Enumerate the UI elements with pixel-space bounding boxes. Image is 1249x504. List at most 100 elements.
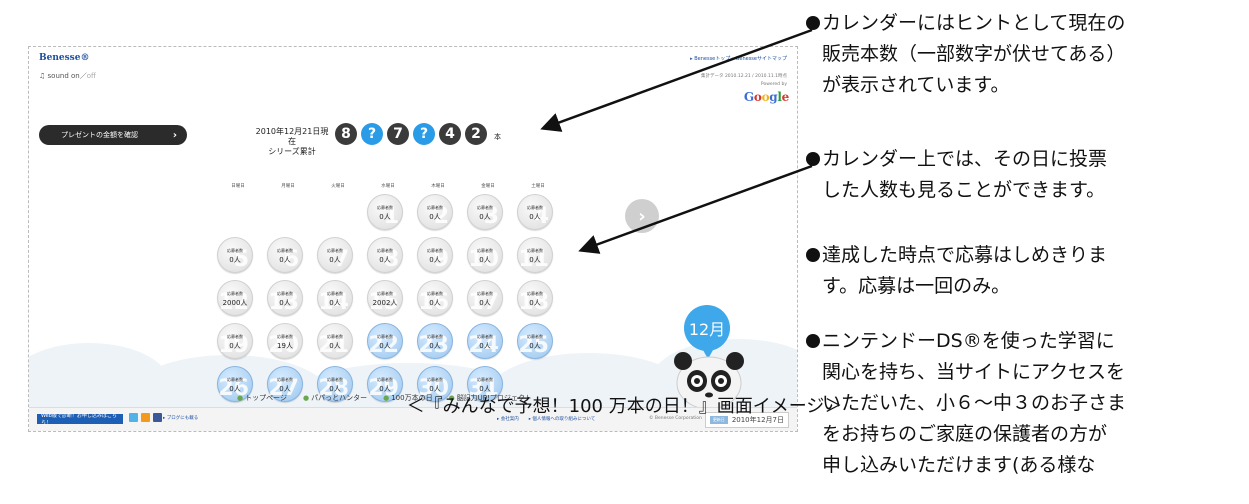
calendar-day[interactable]: 10 応募者数 0人 — [467, 237, 503, 273]
sound-off-label[interactable]: off — [87, 72, 96, 80]
powered-by-label: Powered by — [760, 82, 787, 87]
entrant-count: 0人 — [529, 213, 541, 221]
calendar-day[interactable]: 14 応募者数 0人 — [317, 280, 353, 316]
calendar-day[interactable]: 24 応募者数 0人 — [467, 323, 503, 359]
weekday-label: 木曜日 — [431, 184, 445, 189]
entrant-count: 0人 — [329, 299, 341, 307]
hidden-digit: ? — [361, 123, 383, 145]
entrant-count: 0人 — [529, 342, 541, 350]
sales-counter: 8? 7? 4 2 本 — [335, 123, 501, 145]
calendar-day[interactable]: 22 応募者数 0人 — [367, 323, 403, 359]
note-line: ニンテンドーDS®を使った学習に — [806, 326, 1246, 357]
entrant-count: 0人 — [429, 342, 441, 350]
calendar-day[interactable]: 15 応募者数 2002人 — [367, 280, 403, 316]
calendar-day[interactable]: 7 応募者数 0人 — [317, 237, 353, 273]
google-letter: o — [761, 90, 770, 104]
header-links[interactable]: ▸ Benesseトップ ▸ Benesseサイトマップ — [690, 55, 787, 62]
note-line: 申し込みいただけます(ある様な — [822, 454, 1096, 476]
counter-unit: 本 — [494, 133, 501, 141]
calendar-day[interactable]: 9 応募者数 0人 — [417, 237, 453, 273]
next-month-button[interactable]: › — [625, 199, 659, 233]
entrant-label: 応募者数 — [427, 205, 443, 210]
entrant-count: 0人 — [279, 299, 291, 307]
calendar-day[interactable]: 13 応募者数 0人 — [267, 280, 303, 316]
calendar-day[interactable]: 20 応募者数 19人 — [267, 323, 303, 359]
entrant-count: 2000人 — [222, 299, 248, 307]
calendar-day[interactable]: 25 応募者数 0人 — [517, 323, 553, 359]
sound-on-label[interactable]: sound on — [48, 72, 80, 80]
bullet-icon — [806, 16, 820, 30]
entrant-count: 0人 — [279, 256, 291, 264]
entrant-count: 2002人 — [372, 299, 398, 307]
note-line: いただいた、小６〜中３のお子さま — [822, 392, 1127, 414]
note-line: が表示されています。 — [822, 74, 1010, 96]
entrant-label: 応募者数 — [277, 248, 293, 253]
entrant-count: 0人 — [379, 342, 391, 350]
counter-date-heading: 2010年12月21日現在 シリーズ累計 — [255, 127, 329, 156]
entrant-label: 応募者数 — [227, 291, 243, 296]
google-letter: e — [781, 90, 790, 104]
bullet-icon — [806, 152, 820, 166]
calendar-day[interactable]: 8 応募者数 0人 — [367, 237, 403, 273]
bullet-icon — [806, 334, 820, 348]
calendar-day[interactable]: 4 応募者数 0人 — [517, 194, 553, 230]
note-line: 関心を持ち、当サイトにアクセスを — [822, 361, 1126, 383]
entrant-label: 応募者数 — [377, 334, 393, 339]
calendar-day[interactable]: 21 応募者数 0人 — [317, 323, 353, 359]
calendar-day[interactable]: 18 応募者数 0人 — [517, 280, 553, 316]
calendar-day[interactable]: 12 応募者数 2000人 — [217, 280, 253, 316]
entrant-label: 応募者数 — [477, 334, 493, 339]
calendar-day[interactable]: 16 応募者数 0人 — [417, 280, 453, 316]
note-line: カレンダー上では、その日に投票 — [806, 144, 1246, 175]
entrant-count: 0人 — [429, 256, 441, 264]
calendar-day[interactable]: 11 応募者数 0人 — [517, 237, 553, 273]
google-logo: Google — [744, 90, 789, 104]
weekday-label: 金曜日 — [481, 184, 495, 189]
entrant-label: 応募者数 — [427, 248, 443, 253]
weekday-label: 日曜日 — [231, 184, 245, 189]
google-letter: g — [769, 90, 778, 104]
entrant-label: 応募者数 — [427, 291, 443, 296]
calendar-day[interactable]: 3 応募者数 0人 — [467, 194, 503, 230]
entrant-label: 応募者数 — [277, 334, 293, 339]
entrant-label: 応募者数 — [277, 291, 293, 296]
benesse-logo[interactable]: Benesse® — [39, 53, 89, 63]
entrant-count: 0人 — [529, 256, 541, 264]
month-badge: 12月 — [684, 305, 730, 359]
entrant-label: 応募者数 — [477, 377, 493, 382]
note-item: 達成した時点で応募はしめきりま す。応募は一回のみ。 — [806, 240, 1246, 302]
entrant-label: 応募者数 — [377, 248, 393, 253]
present-button-label: プレゼントの金額を確認 — [61, 131, 138, 139]
entrant-label: 応募者数 — [327, 377, 343, 382]
chevron-right-icon: › — [638, 205, 646, 227]
entrant-label: 応募者数 — [377, 205, 393, 210]
weekday-header: 日曜日 月曜日 火曜日 水曜日 木曜日 金曜日 土曜日 — [213, 183, 565, 189]
entrant-count: 0人 — [429, 299, 441, 307]
entrant-label: 応募者数 — [277, 377, 293, 382]
entrant-label: 応募者数 — [527, 291, 543, 296]
entrant-count: 0人 — [479, 256, 491, 264]
weekday-label: 土曜日 — [531, 184, 545, 189]
entrant-label: 応募者数 — [377, 291, 393, 296]
note-line: す。応募は一回のみ。 — [822, 275, 1011, 297]
note-line: した人数も見ることができます。 — [822, 179, 1106, 201]
data-note: 集計データ 2010.12.21 / 2010.11.1時点 — [701, 74, 787, 79]
entrant-count: 0人 — [479, 342, 491, 350]
note-item: ニンテンドーDS®を使った学習に関心を持ち、当サイトにアクセスを いただいた、小６… — [806, 326, 1246, 481]
note-item: カレンダー上では、その日に投票した人数も見ることができます。 — [806, 144, 1246, 206]
calendar-day[interactable]: 5 応募者数 0人 — [217, 237, 253, 273]
note-line: をお持ちのご家庭の保護者の方が — [822, 423, 1108, 445]
calendar-day[interactable]: 19 応募者数 0人 — [217, 323, 253, 359]
present-amount-button[interactable]: プレゼントの金額を確認 › — [39, 125, 187, 145]
calendar-day[interactable]: 2 応募者数 0人 — [417, 194, 453, 230]
entrant-label: 応募者数 — [327, 248, 343, 253]
entrant-label: 応募者数 — [527, 205, 543, 210]
calendar-day[interactable]: 6 応募者数 0人 — [267, 237, 303, 273]
counter-digit: 2 — [465, 123, 487, 145]
calendar-day[interactable]: 23 応募者数 0人 — [417, 323, 453, 359]
calendar-day[interactable]: 1 応募者数 0人 — [367, 194, 403, 230]
site-screenshot: Benesse® ♫ sound on／off ▸ Benesseトップ ▸ B… — [28, 46, 798, 432]
sound-toggle[interactable]: ♫ sound on／off — [39, 71, 96, 81]
entrant-label: 応募者数 — [527, 248, 543, 253]
calendar-day[interactable]: 17 応募者数 0人 — [467, 280, 503, 316]
